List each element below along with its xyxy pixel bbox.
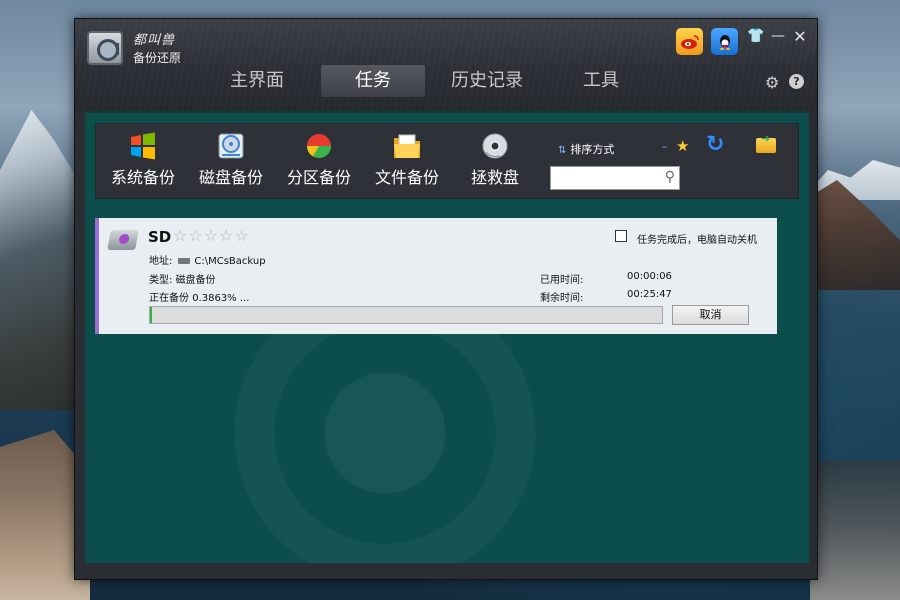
minimize-icon[interactable]: — bbox=[769, 27, 787, 45]
qq-icon[interactable] bbox=[711, 28, 738, 55]
close-icon[interactable]: ✕ bbox=[791, 27, 809, 46]
elapsed-value: 00:00:06 bbox=[627, 271, 672, 282]
cd-icon bbox=[480, 132, 510, 160]
remaining-value: 00:25:47 bbox=[627, 289, 672, 300]
progress-fill bbox=[150, 307, 152, 323]
address-value: C:\MCsBackup bbox=[194, 256, 266, 267]
task-rating-stars[interactable]: ☆☆☆☆☆ bbox=[173, 226, 250, 245]
brand-subtitle: 备份还原 bbox=[133, 51, 182, 65]
tab-tasks[interactable]: 任务 bbox=[321, 65, 425, 97]
cancel-button[interactable]: 取消 bbox=[672, 305, 749, 325]
rescue-disk-label: 拯救盘 bbox=[470, 168, 519, 187]
status-label: 正在备份 bbox=[149, 293, 189, 304]
backup-progress-bar bbox=[149, 306, 663, 324]
search-icon[interactable]: ⚲ bbox=[665, 169, 675, 185]
open-folder-icon[interactable] bbox=[756, 132, 776, 153]
task-card[interactable]: SD ☆☆☆☆☆ 任务完成后，电脑自动关机 地址: C:\MCsBackup 类型… bbox=[95, 218, 777, 334]
pie-chart-icon bbox=[304, 132, 334, 160]
search-box: ⚲ bbox=[550, 166, 680, 190]
refresh-icon[interactable]: ↻ bbox=[706, 132, 724, 157]
partition-backup-label: 分区备份 bbox=[286, 168, 351, 187]
sort-toggle-icon[interactable]: – bbox=[662, 140, 668, 153]
sort-icon: ⇅ bbox=[558, 145, 567, 156]
disk-backup-button[interactable]: 磁盘备份 bbox=[190, 132, 272, 188]
rescue-disk-button[interactable]: 拯救盘 bbox=[454, 132, 536, 188]
sort-button[interactable]: ⇅ 排序方式 bbox=[558, 141, 614, 157]
tab-history[interactable]: 历史记录 bbox=[435, 65, 539, 97]
disk-icon bbox=[216, 132, 246, 160]
background-shore-right bbox=[810, 460, 900, 600]
task-name: SD bbox=[148, 228, 172, 246]
auto-shutdown-checkbox[interactable] bbox=[615, 230, 627, 242]
brand-name: 都叫兽 bbox=[133, 33, 176, 48]
tab-tools[interactable]: 工具 bbox=[549, 65, 653, 97]
gear-icon[interactable]: ⚙ bbox=[765, 73, 779, 92]
tab-home[interactable]: 主界面 bbox=[205, 65, 309, 97]
remaining-label: 剩余时间: bbox=[540, 293, 584, 304]
file-backup-label: 文件备份 bbox=[374, 168, 439, 187]
system-backup-label: 系统备份 bbox=[110, 168, 175, 187]
file-backup-button[interactable]: 文件备份 bbox=[366, 132, 448, 188]
safe-logo-icon bbox=[87, 31, 123, 65]
type-label: 类型: bbox=[149, 275, 173, 286]
system-backup-button[interactable]: 系统备份 bbox=[102, 132, 184, 188]
address-row: 地址: C:\MCsBackup bbox=[149, 252, 266, 267]
status-value: 0.3863% ... bbox=[192, 293, 250, 304]
elapsed-label: 已用时间: bbox=[540, 275, 584, 286]
address-label: 地址: bbox=[149, 256, 173, 267]
search-input[interactable] bbox=[551, 167, 655, 189]
help-icon[interactable]: ? bbox=[789, 74, 804, 89]
type-value: 磁盘备份 bbox=[175, 275, 216, 286]
title-bar[interactable]: 都叫兽 备份还原 👕 — ✕ 主界面 任务 历史记录 工具 ⚙ ? bbox=[75, 19, 817, 111]
backup-toolbar: 系统备份 磁盘备份 分区备份 文件备份 拯救盘 ⇅ 排序方式 – ★ ↻ ➜ ⚲ bbox=[95, 123, 799, 199]
weibo-icon[interactable] bbox=[676, 28, 703, 55]
windows-logo-icon bbox=[128, 132, 158, 160]
disk-task-icon bbox=[107, 230, 139, 250]
type-row: 类型: 磁盘备份 bbox=[149, 271, 216, 286]
status-row: 正在备份 0.3863% ... bbox=[149, 289, 249, 304]
auto-shutdown-label: 任务完成后，电脑自动关机 bbox=[637, 235, 757, 246]
app-window: 都叫兽 备份还原 👕 — ✕ 主界面 任务 历史记录 工具 ⚙ ? 系统备份 磁… bbox=[74, 18, 818, 580]
skin-icon[interactable]: 👕 bbox=[747, 27, 765, 45]
folder-files-icon bbox=[392, 132, 422, 160]
star-icon[interactable]: ★ bbox=[676, 137, 689, 155]
tasks-panel: 系统备份 磁盘备份 分区备份 文件备份 拯救盘 ⇅ 排序方式 – ★ ↻ ➜ ⚲… bbox=[85, 111, 809, 563]
partition-backup-button[interactable]: 分区备份 bbox=[278, 132, 360, 188]
disk-backup-label: 磁盘备份 bbox=[198, 168, 263, 187]
hdd-icon bbox=[178, 257, 191, 264]
sort-label: 排序方式 bbox=[570, 143, 615, 156]
